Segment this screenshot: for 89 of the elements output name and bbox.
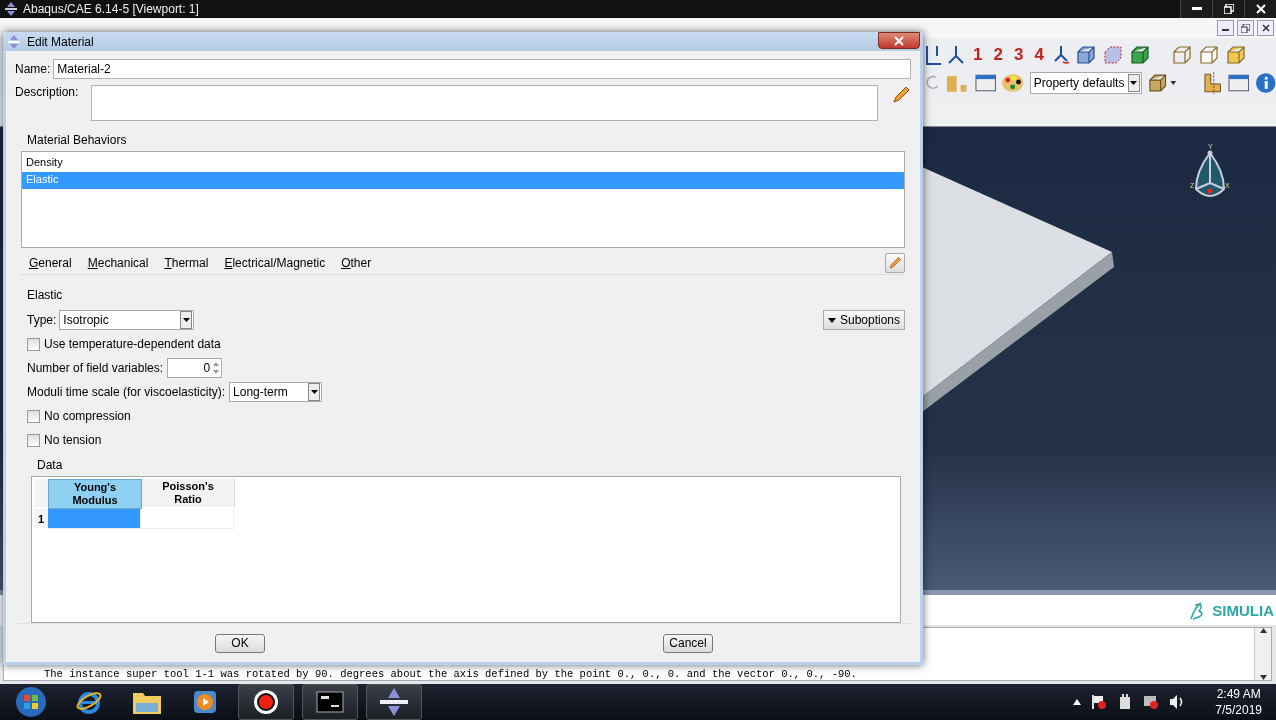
column-header[interactable]: Poisson's Ratio — [142, 479, 235, 507]
scroll-up-icon[interactable] — [1259, 628, 1267, 633]
terminal-icon[interactable] — [302, 684, 358, 720]
window-icon[interactable] — [974, 73, 997, 93]
message-line: The instance super tool 1-1 was rotated by 90. degrees about the axis defined by the point 0., 0., 0. and the vector 0., 0., -90. — [43, 668, 857, 680]
clock[interactable]: 2:49 AM 7/5/2019 — [1215, 686, 1262, 718]
close-button[interactable] — [1244, 0, 1276, 18]
field-label: Moduli time scale (for viscoelasticity): — [27, 385, 226, 399]
nested-cube-icon[interactable] — [1128, 44, 1151, 66]
axes-icon[interactable] — [924, 44, 942, 66]
pencil-icon[interactable] — [891, 85, 911, 105]
checkbox[interactable] — [27, 433, 40, 447]
recorder-icon[interactable] — [238, 684, 294, 720]
shaded-cube-icon[interactable] — [1224, 44, 1247, 66]
caret-icon — [182, 318, 190, 322]
view-button[interactable]: 2 — [990, 45, 1006, 65]
section-icon[interactable] — [1201, 72, 1224, 94]
menu-item[interactable]: Other — [333, 256, 380, 270]
spin-arrows-icon — [212, 361, 221, 375]
minimize-button[interactable] — [1217, 20, 1234, 36]
caret-icon — [1130, 81, 1138, 85]
checkbox-label: No compression — [44, 409, 131, 423]
type-dropdown[interactable]: Isotropic — [59, 310, 195, 330]
scroll-bar[interactable] — [1254, 628, 1271, 680]
tray-arrow-icon[interactable] — [1073, 699, 1082, 705]
restore-button[interactable] — [1237, 20, 1254, 36]
type-label: Type: — [27, 313, 57, 327]
checkbox[interactable] — [27, 409, 40, 423]
name-field[interactable]: Material-2 — [53, 59, 911, 79]
restore-icon — [1223, 4, 1234, 14]
name-label: Name: — [15, 62, 51, 76]
info-icon[interactable] — [1254, 72, 1276, 94]
render-style-dropdown[interactable]: Property defaults — [1029, 72, 1142, 94]
close-icon — [1255, 4, 1266, 14]
field-label: Number of field variables: — [27, 361, 164, 375]
menu-item[interactable]: Thermal — [156, 256, 217, 270]
triad-icon[interactable] — [947, 44, 965, 66]
close-button[interactable] — [1257, 20, 1274, 36]
close-icon — [894, 35, 904, 46]
close-icon — [1261, 24, 1270, 32]
caret-icon — [827, 317, 836, 323]
dialog-title: Edit Material — [27, 34, 94, 49]
view-button[interactable]: 4 — [1031, 45, 1047, 65]
cube-dropdown-icon[interactable] — [1146, 72, 1179, 94]
group-title: Material Behaviors — [27, 133, 128, 147]
edit-button[interactable] — [885, 253, 905, 273]
menu-item[interactable]: Electrical/Magnetic — [216, 256, 334, 270]
window-icon[interactable] — [1228, 73, 1250, 93]
row-header: 1 — [34, 509, 48, 528]
header-corner — [34, 479, 48, 507]
minimize-icon — [1191, 7, 1202, 11]
app-icon[interactable] — [366, 684, 422, 720]
suboptions-button[interactable]: Suboptions — [822, 310, 905, 330]
palette-icon[interactable] — [1001, 72, 1025, 94]
hidden-cube-icon[interactable] — [1197, 44, 1220, 66]
restore-icon — [1241, 23, 1250, 33]
window-title: Abaqus/CAE 6.14-5 [Viewport: 1] — [23, 2, 199, 16]
restore-button[interactable] — [1212, 0, 1244, 18]
dashed-cube-icon[interactable] — [1101, 44, 1124, 66]
scroll-down-icon[interactable] — [1259, 675, 1267, 680]
flag-icon[interactable] — [1091, 694, 1108, 710]
app-icon[interactable] — [4, 2, 18, 16]
group-title: Data — [37, 458, 64, 472]
checkbox[interactable] — [27, 337, 40, 351]
spinner-field[interactable]: 0 — [167, 358, 223, 378]
close-button[interactable] — [878, 32, 920, 49]
network-icon[interactable] — [1143, 694, 1160, 710]
table-cell[interactable] — [141, 509, 234, 529]
behavior-item[interactable]: Density — [22, 155, 904, 172]
checkbox-label: Use temperature-dependent data — [44, 337, 221, 351]
pencil-icon — [888, 256, 902, 270]
minimize-button[interactable] — [1180, 0, 1212, 18]
caret-icon — [310, 390, 318, 394]
description-field[interactable] — [91, 85, 878, 121]
section-title: Elastic — [27, 288, 64, 302]
view-button[interactable]: 3 — [1010, 45, 1027, 65]
dialog-button[interactable]: OK — [215, 633, 265, 653]
menu-item[interactable]: Mechanical — [79, 256, 157, 270]
dialog-button[interactable]: Cancel — [663, 633, 713, 653]
time-scale-dropdown[interactable]: Long-term — [229, 382, 323, 402]
menu-item[interactable]: General — [21, 256, 80, 270]
checkbox-label: No tension — [44, 433, 102, 447]
wireframe-cube-icon[interactable] — [1170, 44, 1193, 66]
view-button[interactable]: 1 — [970, 45, 986, 65]
column-header[interactable]: Young's Modulus — [48, 479, 142, 509]
table-cell[interactable] — [48, 509, 141, 529]
mesh-cube-icon[interactable] — [1074, 44, 1097, 66]
brand-logo-text: SIMULIA — [1212, 601, 1275, 619]
description-label: Description: — [15, 85, 79, 99]
